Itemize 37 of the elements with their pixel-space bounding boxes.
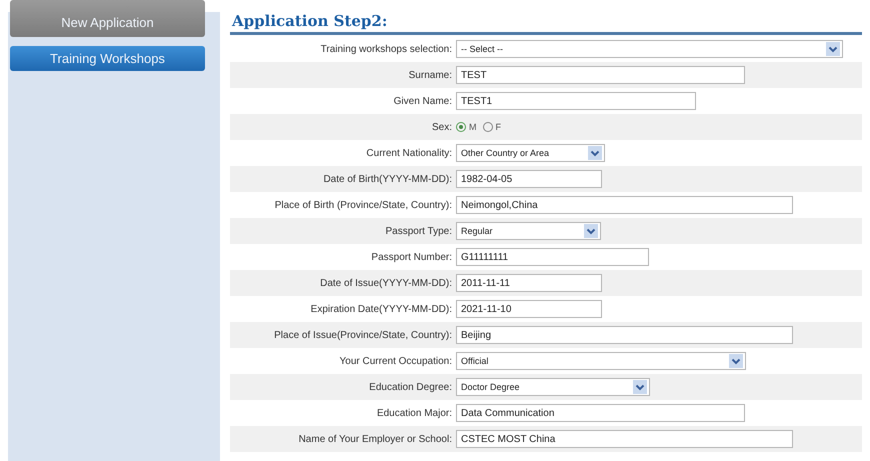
field-label: Training workshops selection:	[320, 44, 453, 54]
field-label: Your Current Occupation:	[338, 356, 453, 366]
text-field[interactable]: 2021-11-10	[456, 300, 602, 318]
nav-button[interactable]: Training Workshops	[10, 46, 205, 71]
text-field[interactable]: 2011-11-11	[456, 274, 602, 292]
field-label: Place of Issue(Province/State, Country):	[273, 330, 453, 340]
text-field[interactable]: Beijing	[456, 326, 793, 344]
field-label: Date of Birth(YYYY-MM-DD):	[322, 174, 453, 184]
radio-button[interactable]	[456, 122, 466, 132]
select-field[interactable]: Other Country or Area	[456, 144, 605, 162]
form-title: Application Step2:	[230, 11, 388, 32]
field-label: Education Degree:	[368, 382, 453, 392]
radio-button[interactable]	[482, 122, 492, 132]
text-field[interactable]: Neimongol,China	[456, 196, 793, 214]
text-field[interactable]: TEST1	[456, 92, 696, 110]
field-label: Education Major:	[376, 408, 453, 418]
text-field[interactable]: 1982-04-05	[456, 170, 602, 188]
radio-label: M	[469, 122, 476, 132]
text-field[interactable]: Data Communication	[456, 404, 745, 422]
field-label: Current Nationality:	[365, 148, 453, 158]
field-label: Surname:	[408, 70, 453, 80]
field-label: Passport Type:	[384, 226, 453, 236]
text-field[interactable]: TEST	[456, 66, 745, 84]
select-field[interactable]: Doctor Degree	[456, 378, 650, 396]
field-label: Sex:	[430, 122, 453, 132]
field-label: Expiration Date(YYYY-MM-DD):	[310, 304, 453, 314]
text-field[interactable]: G11111111	[456, 248, 649, 266]
radio-label: F	[496, 122, 501, 132]
field-label: Date of Issue(YYYY-MM-DD):	[319, 278, 453, 288]
select-field[interactable]: Official	[456, 352, 746, 370]
field-label: Name of Your Employer or School:	[298, 434, 453, 444]
text-field[interactable]: CSTEC MOST China	[456, 430, 793, 448]
select-field[interactable]: Regular	[456, 222, 601, 240]
field-label: Given Name:	[392, 96, 453, 106]
field-label: Place of Birth (Province/State, Country):	[274, 200, 453, 210]
field-label: Passport Number:	[370, 252, 453, 262]
select-field[interactable]: -- Select --	[456, 40, 843, 58]
